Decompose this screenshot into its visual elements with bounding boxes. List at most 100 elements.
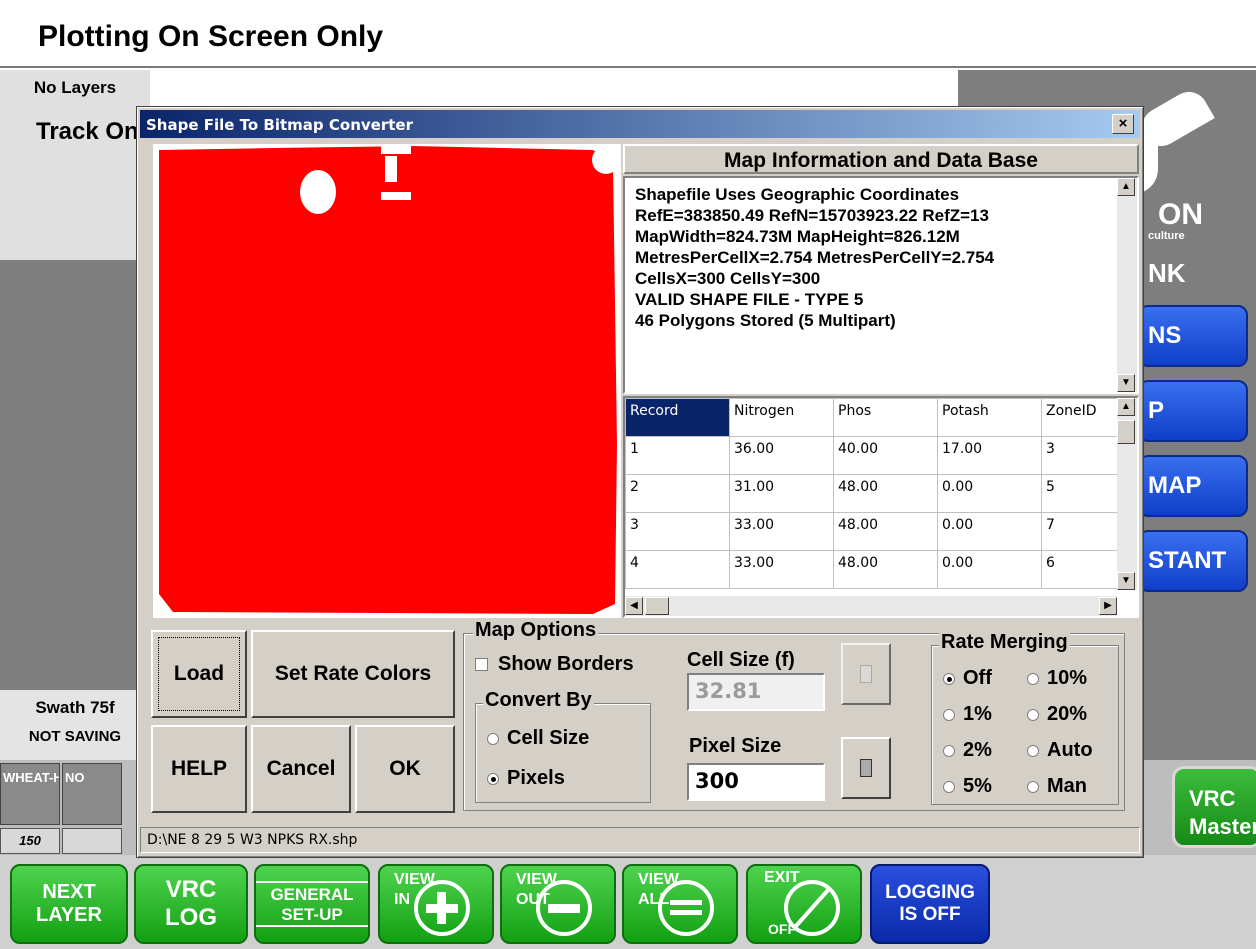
layer-panel[interactable]: No Layers Track Only [0, 70, 159, 260]
vrc-log-button[interactable]: VRC LOG [134, 864, 248, 944]
scroll-up-icon[interactable]: ▲ [1117, 398, 1135, 416]
next-layer-button[interactable]: NEXT LAYER [10, 864, 128, 944]
table-row[interactable]: 2 31.00 48.00 0.00 5 [625, 474, 1122, 513]
lane-1-rate: 150 [0, 828, 60, 854]
calculator-icon [860, 759, 872, 777]
side-button-1[interactable]: NS [1138, 305, 1248, 367]
info-header: Map Information and Data Base [623, 144, 1139, 174]
view-all-label-1: VIEW [638, 871, 680, 888]
rate-merge-5-radio[interactable]: 5% [943, 775, 992, 798]
table-hscrollbar[interactable]: ◀ ▶ [625, 596, 1117, 616]
column-header-record[interactable]: Record [625, 398, 730, 437]
map-options-legend: Map Options [473, 619, 599, 642]
rate-merge-auto-radio[interactable]: Auto [1027, 739, 1093, 762]
table-cell: 36.00 [729, 436, 834, 475]
info-line: RefE=383850.49 RefN=15703923.22 RefZ=13 [635, 206, 989, 225]
shape-converter-dialog: Shape File To Bitmap Converter × Map Inf… [136, 106, 1144, 858]
lane-2-rate [62, 828, 122, 854]
rate-merge-20-radio[interactable]: 20% [1027, 703, 1087, 726]
scroll-up-icon[interactable]: ▲ [1117, 178, 1135, 196]
table-cell: 3 [1041, 436, 1122, 475]
checkbox-box [475, 658, 488, 671]
radio-dot [1027, 780, 1039, 793]
calc-cell-size-button[interactable] [841, 643, 891, 705]
view-in-label-2: IN [394, 891, 410, 908]
side-button-constant[interactable]: STANT [1138, 530, 1248, 592]
info-panel: Map Information and Data Base Shapefile … [623, 144, 1139, 618]
table-cell: 33.00 [729, 550, 834, 589]
column-header-phos[interactable]: Phos [833, 398, 938, 437]
scroll-right-icon[interactable]: ▶ [1099, 597, 1117, 615]
exit-button[interactable]: EXIT OFF [746, 864, 862, 944]
logging-button[interactable]: LOGGING IS OFF [870, 864, 990, 944]
swath-label: Swath 75f [35, 698, 115, 717]
lane-1[interactable]: WHEAT-HR [0, 763, 60, 825]
radio-dot [487, 772, 499, 785]
pixel-size-input[interactable]: 300 [687, 763, 825, 801]
logo-text: ON [1158, 198, 1203, 231]
set-rate-colors-button[interactable]: Set Rate Colors [251, 630, 455, 718]
column-header-zoneid[interactable]: ZoneID [1041, 398, 1122, 437]
status-bar: D:\NE 8 29 5 W3 NPKS RX.shp [140, 827, 1140, 853]
table-row[interactable]: 1 36.00 40.00 17.00 3 [625, 436, 1122, 475]
radio-dot [1027, 672, 1039, 685]
table-vscrollbar[interactable]: ▲ ▼ [1117, 398, 1137, 590]
view-out-button[interactable]: VIEW OUT [500, 864, 616, 944]
rate-merge-man-radio[interactable]: Man [1027, 775, 1087, 798]
column-header-potash[interactable]: Potash [937, 398, 1042, 437]
dialog-titlebar[interactable]: Shape File To Bitmap Converter × [140, 110, 1140, 138]
app-title-bar: Plotting On Screen Only [0, 0, 1256, 68]
layer-status: No Layers [33, 78, 117, 97]
info-line: 46 Polygons Stored (5 Multipart) [635, 311, 896, 330]
info-line: CellsX=300 CellsY=300 [635, 269, 821, 288]
info-textbox[interactable]: Shapefile Uses Geographic Coordinates Re… [623, 176, 1139, 394]
close-icon[interactable]: × [1112, 114, 1134, 134]
table-row[interactable]: 3 33.00 48.00 0.00 7 [625, 512, 1122, 551]
cell-size-input[interactable]: 32.81 [687, 673, 825, 711]
data-table[interactable]: Record Nitrogen Phos Potash ZoneID 1 36.… [623, 396, 1139, 618]
calc-pixel-size-button[interactable] [841, 737, 891, 799]
convert-pixels-radio[interactable]: Pixels [487, 767, 565, 790]
exit-label-2: OFF [768, 921, 796, 937]
scroll-thumb[interactable] [1117, 420, 1135, 444]
vrc-master-button[interactable]: VRC Master [1172, 766, 1256, 848]
load-button[interactable]: Load [151, 630, 247, 718]
scroll-down-icon[interactable]: ▼ [1117, 374, 1135, 392]
rate-merge-10-radio[interactable]: 10% [1027, 667, 1087, 690]
ok-button[interactable]: OK [355, 725, 455, 813]
zoom-out-icon: VIEW OUT [516, 871, 592, 936]
table-row[interactable]: 4 33.00 48.00 0.00 6 [625, 550, 1122, 589]
column-header-nitrogen[interactable]: Nitrogen [729, 398, 834, 437]
info-scrollbar[interactable]: ▲ ▼ [1117, 178, 1137, 392]
radio-dot [943, 708, 955, 721]
rate-merge-1-radio[interactable]: 1% [943, 703, 992, 726]
rate-merge-2-radio[interactable]: 2% [943, 739, 992, 762]
saving-status: NOT SAVING [28, 728, 122, 745]
table-cell: 0.00 [937, 474, 1042, 513]
side-button-2[interactable]: P [1138, 380, 1248, 442]
rate-merge-off-radio[interactable]: Off [943, 667, 992, 690]
view-all-button[interactable]: VIEW ALL [622, 864, 738, 944]
scroll-left-icon[interactable]: ◀ [625, 597, 643, 615]
general-setup-button[interactable]: GENERAL SET-UP [254, 864, 370, 944]
show-borders-checkbox[interactable]: Show Borders [475, 653, 634, 676]
scroll-hthumb[interactable] [645, 597, 669, 615]
lane-2[interactable]: NO [62, 763, 122, 825]
convert-cell-size-radio[interactable]: Cell Size [487, 727, 589, 750]
view-in-button[interactable]: VIEW IN [378, 864, 494, 944]
table-cell: 48.00 [833, 512, 938, 551]
scroll-down-icon[interactable]: ▼ [1117, 572, 1135, 590]
radio-dot [943, 672, 955, 685]
info-line: VALID SHAPE FILE - TYPE 5 [635, 290, 864, 309]
table-cell: 4 [625, 550, 730, 589]
cell-size-label: Cell Size (f) [687, 649, 795, 671]
app-title: Plotting On Screen Only [38, 20, 384, 53]
view-all-label-2: ALL [638, 891, 669, 908]
power-off-icon: EXIT OFF [764, 869, 840, 937]
cancel-button[interactable]: Cancel [251, 725, 351, 813]
help-button[interactable]: HELP [151, 725, 247, 813]
view-in-label-1: VIEW [394, 871, 436, 888]
radio-dot [943, 780, 955, 793]
side-button-map[interactable]: MAP [1138, 455, 1248, 517]
view-all-icon: VIEW ALL [638, 871, 714, 936]
